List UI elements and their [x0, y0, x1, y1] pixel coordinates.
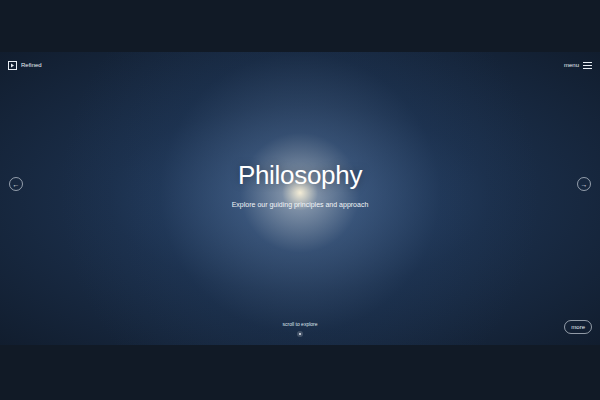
slide-subtitle: Explore our guiding principles and appro…: [232, 201, 369, 208]
page: Refined menu ← Philosophy Explore our guidin…: [0, 0, 600, 400]
slide-area: ← Philosophy Explore our guiding principle…: [0, 72, 600, 320]
menu-button[interactable]: menu: [564, 62, 592, 69]
slide-content: Philosophy Explore our guiding principles…: [232, 160, 369, 208]
footer: scroll to explore more: [0, 320, 600, 345]
top-band: [0, 0, 600, 52]
bottom-band: [0, 345, 600, 400]
hamburger-icon: [583, 62, 592, 69]
slide-title: Philosophy: [238, 160, 362, 191]
brand-name: Refined: [21, 62, 42, 68]
prev-button[interactable]: ←: [9, 177, 23, 191]
menu-label: menu: [564, 62, 579, 68]
more-button[interactable]: more: [564, 320, 592, 334]
brand[interactable]: Refined: [8, 61, 42, 70]
logo-icon: [8, 61, 17, 70]
scroll-dot-icon: [297, 331, 303, 337]
hero: Refined menu ← Philosophy Explore our guidin…: [0, 52, 600, 345]
header: Refined menu: [0, 52, 600, 72]
scroll-label: scroll to explore: [282, 321, 317, 327]
scroll-hint[interactable]: scroll to explore: [282, 321, 317, 337]
next-button[interactable]: →: [577, 177, 591, 191]
